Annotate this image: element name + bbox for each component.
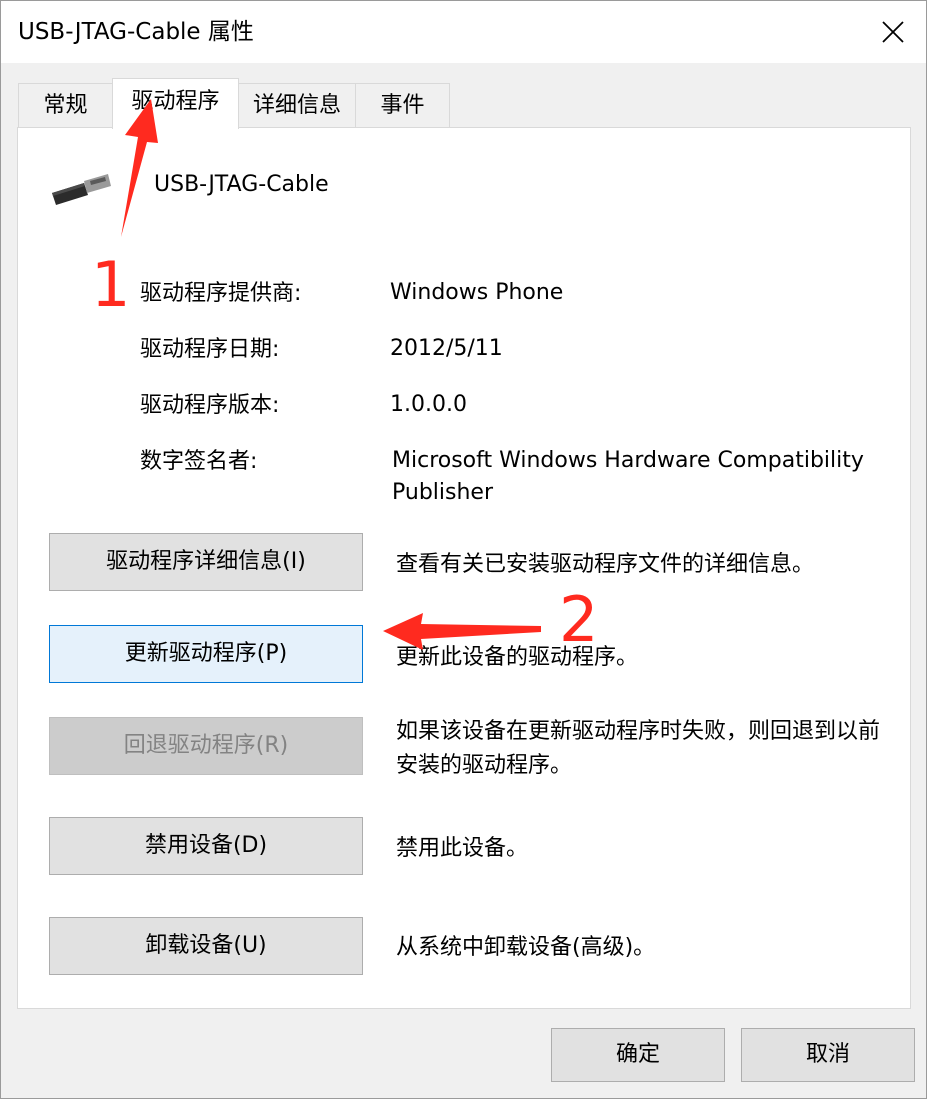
roll-back-driver-button: 回退驱动程序(R) [49,717,363,775]
properties-dialog: USB-JTAG-Cable 属性 常规 驱动程序 详细信息 事件 USB-JT… [0,0,927,1099]
driver-details-description: 查看有关已安装驱动程序文件的详细信息。 [396,552,815,577]
window-title: USB-JTAG-Cable 属性 [18,19,254,45]
digital-signer-label: 数字签名者: [140,449,258,474]
disable-device-button[interactable]: 禁用设备(D) [49,817,363,875]
driver-date-value: 2012/5/11 [390,336,503,361]
annotation-step-1: 1 [91,248,131,321]
ok-button[interactable]: 确定 [551,1028,725,1082]
annotation-step-2: 2 [559,583,599,656]
update-driver-button[interactable]: 更新驱动程序(P) [49,625,363,683]
uninstall-device-description: 从系统中卸载设备(高级)。 [396,935,656,960]
usb-connector-icon [52,174,111,205]
digital-signer-value: Microsoft Windows Hardware Compatibility… [392,448,864,505]
driver-date-label: 驱动程序日期: [140,337,280,362]
close-button[interactable] [867,9,919,55]
update-driver-description: 更新此设备的驱动程序。 [396,645,639,670]
uninstall-device-button[interactable]: 卸载设备(U) [49,917,363,975]
tab-events[interactable]: 事件 [355,83,450,127]
driver-version-value: 1.0.0.0 [390,392,467,417]
device-name: USB-JTAG-Cable [154,172,329,197]
close-icon [882,21,904,43]
title-bar: USB-JTAG-Cable 属性 [1,1,926,63]
driver-version-label: 驱动程序版本: [140,393,280,418]
cancel-button[interactable]: 取消 [741,1028,915,1082]
tab-driver[interactable]: 驱动程序 [112,78,239,129]
roll-back-driver-description: 如果该设备在更新驱动程序时失败，则回退到以前安装的驱动程序。 [396,719,881,778]
driver-provider-label: 驱动程序提供商: [140,281,302,306]
tab-general[interactable]: 常规 [18,83,113,127]
driver-tab-panel: USB-JTAG-Cable 驱动程序提供商: Windows Phone 驱动… [17,127,911,1009]
disable-device-description: 禁用此设备。 [396,836,529,861]
driver-provider-value: Windows Phone [390,280,564,305]
driver-details-button[interactable]: 驱动程序详细信息(I) [49,533,363,591]
tab-details[interactable]: 详细信息 [238,83,356,127]
